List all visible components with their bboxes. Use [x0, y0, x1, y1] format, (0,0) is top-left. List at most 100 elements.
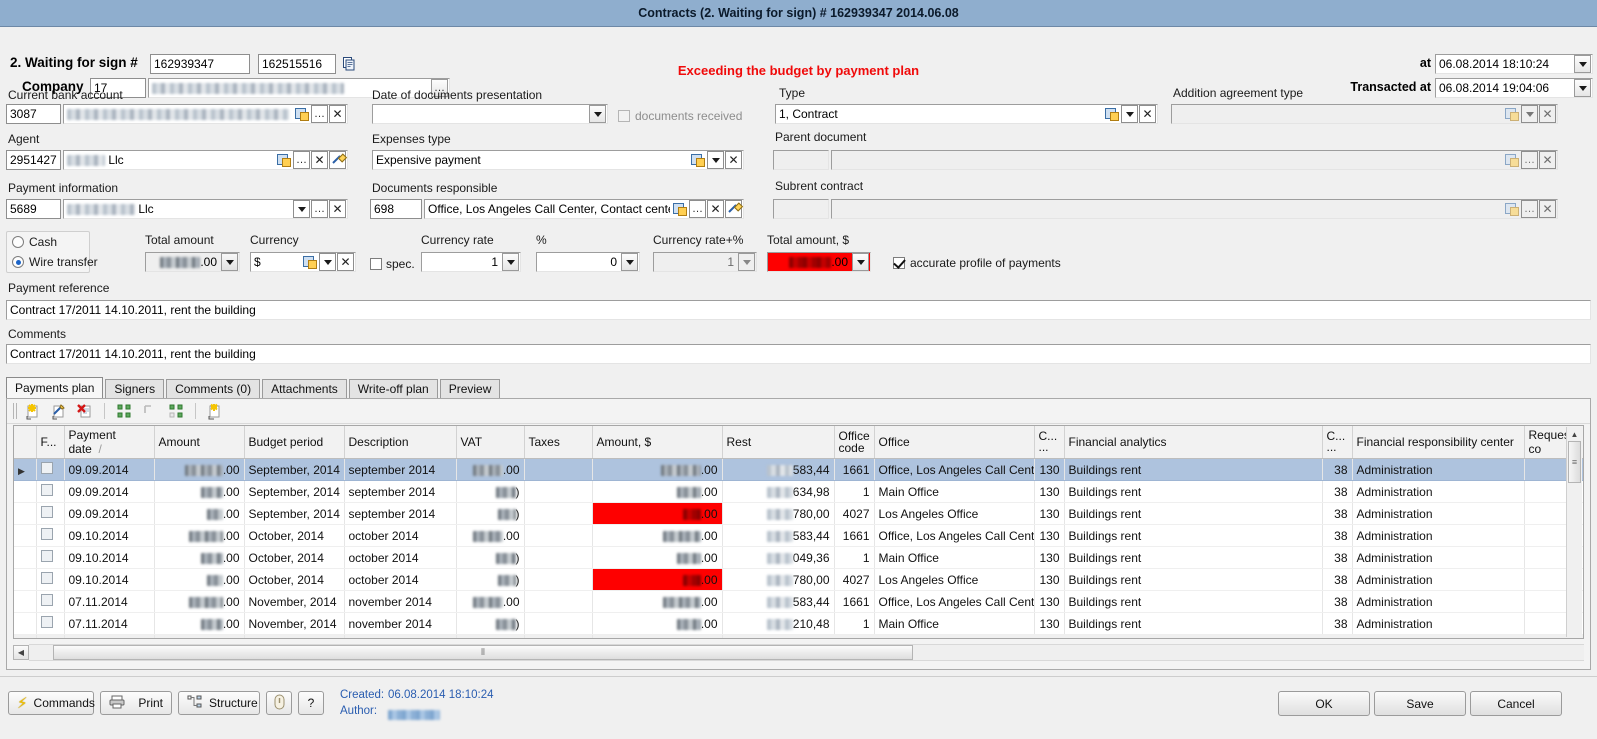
- th-vat[interactable]: VAT: [456, 426, 525, 459]
- commands-button[interactable]: ⚡ Commands: [8, 691, 95, 715]
- parent-document-clear-button[interactable]: ✕: [1539, 151, 1556, 169]
- toolbar-grip[interactable]: [13, 403, 18, 419]
- total-usd-field[interactable]: .00: [767, 252, 871, 272]
- accurate-profile-checkbox[interactable]: accurate profile of payments: [893, 256, 1061, 270]
- total-amount-field[interactable]: .00: [145, 252, 240, 272]
- grid-vertical-scrollbar[interactable]: ▲ ≡: [1566, 427, 1582, 637]
- th-rest[interactable]: Rest: [722, 426, 835, 459]
- transacted-dropdown-button[interactable]: [1574, 79, 1591, 97]
- currency-clear-button[interactable]: ✕: [337, 253, 354, 271]
- currency-dropdown-button[interactable]: [319, 253, 336, 271]
- table-row[interactable]: 07.11.2014.00 November, 2014 november 2014…: [14, 590, 1583, 613]
- add-row-icon[interactable]: [22, 401, 44, 421]
- th-office[interactable]: Office: [874, 426, 1035, 459]
- expenses-type-dropdown-button[interactable]: [707, 151, 724, 169]
- tab-write-off-plan[interactable]: Write-off plan: [348, 379, 438, 398]
- table-row[interactable]: 09.10.2014.00 October, 2014 october 2014).…: [14, 568, 1583, 591]
- row-flag-cell[interactable]: [36, 590, 65, 613]
- at-datetime-field[interactable]: 06.08.2014 18:10:24: [1435, 54, 1593, 74]
- date-presentation-dropdown-button[interactable]: [589, 105, 606, 123]
- delete-row-icon[interactable]: [74, 401, 96, 421]
- payment-information-code-input[interactable]: [6, 199, 61, 219]
- spec-checkbox[interactable]: spec.: [370, 257, 415, 271]
- th-amount[interactable]: Amount: [154, 426, 245, 459]
- th-frc[interactable]: Financial responsibility center: [1352, 426, 1525, 459]
- payment-information-clear-button[interactable]: ✕: [329, 200, 346, 218]
- grid-horizontal-scrollbar[interactable]: ◀ ⦀: [13, 644, 1584, 661]
- subrent-contract-code-field[interactable]: [773, 199, 829, 219]
- th-office-code[interactable]: Office code: [834, 426, 875, 459]
- row-flag-cell[interactable]: [36, 502, 65, 525]
- table-row[interactable]: 09.10.2014.00 October, 2014 october 2014.0…: [14, 524, 1583, 547]
- type-field[interactable]: 1, Contract ✕: [775, 104, 1158, 124]
- export-icon[interactable]: [204, 401, 226, 421]
- agent-field[interactable]: Llc … ✕: [63, 150, 348, 170]
- select-all-icon[interactable]: [165, 401, 187, 421]
- row-flag-cell[interactable]: [36, 480, 65, 503]
- agent-edit-button[interactable]: [329, 151, 346, 169]
- th-c1[interactable]: C......: [1034, 426, 1065, 459]
- save-button[interactable]: Save: [1374, 691, 1466, 716]
- payment-information-dropdown-button[interactable]: [293, 200, 310, 218]
- row-flag-cell[interactable]: [36, 568, 65, 591]
- parent-document-code-field[interactable]: [773, 150, 829, 170]
- payment-method-wire[interactable]: Wire transfer: [12, 255, 98, 269]
- print-button[interactable]: Print: [100, 691, 172, 715]
- table-row[interactable]: 09.09.2014.00 September, 2014 september 20…: [14, 480, 1583, 503]
- subrent-contract-field[interactable]: … ✕: [831, 199, 1558, 219]
- at-dropdown-button[interactable]: [1574, 55, 1591, 73]
- ok-button[interactable]: OK: [1278, 691, 1370, 716]
- expenses-type-picker-icon[interactable]: [689, 151, 706, 169]
- transacted-datetime-field[interactable]: 06.08.2014 19:04:06: [1435, 78, 1593, 98]
- th-taxes[interactable]: Taxes: [524, 426, 593, 459]
- documents-responsible-clear-button[interactable]: ✕: [707, 200, 724, 218]
- th-payment-date[interactable]: Payment date /: [64, 426, 155, 459]
- tab-signers[interactable]: Signers: [105, 379, 165, 398]
- documents-received-checkbox[interactable]: documents received: [618, 109, 742, 123]
- row-flag-cell[interactable]: [36, 458, 65, 481]
- lock-button[interactable]: [266, 691, 292, 715]
- total-amount-dropdown-button[interactable]: [221, 253, 238, 271]
- structure-button[interactable]: Structure: [178, 691, 260, 715]
- currency-rate-plus-dropdown-button[interactable]: [738, 253, 755, 271]
- vertical-scroll-thumb[interactable]: ≡: [1568, 441, 1581, 483]
- row-flag-cell[interactable]: [36, 524, 65, 547]
- agent-picker-icon[interactable]: [275, 151, 292, 169]
- th-flag[interactable]: F...: [36, 426, 65, 459]
- currency-rate-dropdown-button[interactable]: [502, 253, 519, 271]
- th-amount-usd[interactable]: Amount, $: [592, 426, 723, 459]
- row-flag-cell[interactable]: [36, 546, 65, 569]
- payment-information-field[interactable]: Llc … ✕: [63, 199, 348, 219]
- row-flag-cell[interactable]: [36, 612, 65, 635]
- tab-payments-plan[interactable]: Payments plan: [6, 377, 104, 398]
- bank-account-field[interactable]: … ✕: [63, 104, 348, 124]
- currency-rate-plus-field[interactable]: 1: [653, 252, 757, 272]
- percent-dropdown-button[interactable]: [621, 253, 638, 271]
- horizontal-scroll-track[interactable]: ⦀: [29, 644, 1584, 661]
- subrent-contract-picker-icon[interactable]: [1503, 200, 1520, 218]
- agent-clear-button[interactable]: ✕: [311, 151, 328, 169]
- subrent-contract-browse-button[interactable]: …: [1521, 200, 1538, 218]
- payment-method-cash[interactable]: Cash: [12, 235, 57, 249]
- currency-field[interactable]: $ ✕: [250, 252, 356, 272]
- tab-preview[interactable]: Preview: [439, 379, 501, 398]
- documents-responsible-field[interactable]: Office, Los Angeles Call Center, Contact…: [424, 199, 744, 219]
- currency-picker-icon[interactable]: [301, 253, 318, 271]
- expand-all-icon[interactable]: [113, 401, 135, 421]
- th-financial-analytics[interactable]: Financial analytics: [1064, 426, 1323, 459]
- help-button[interactable]: ?: [298, 691, 324, 715]
- date-presentation-field[interactable]: [372, 104, 608, 124]
- addition-agreement-type-field[interactable]: ✕: [1171, 104, 1558, 124]
- percent-field[interactable]: 0: [536, 252, 640, 272]
- payment-reference-field[interactable]: Contract 17/2011 14.10.2011, rent the bu…: [6, 300, 1591, 320]
- type-dropdown-button[interactable]: [1121, 105, 1138, 123]
- type-picker-icon[interactable]: [1103, 105, 1120, 123]
- table-row[interactable]: 09.09.2014.00 September, 2014 september 20…: [14, 502, 1583, 525]
- tab-comments-0[interactable]: Comments (0): [166, 379, 261, 398]
- tab-attachments[interactable]: Attachments: [262, 379, 347, 398]
- scroll-up-arrow-icon[interactable]: ▲: [1567, 427, 1582, 441]
- bank-account-clear-button[interactable]: ✕: [329, 105, 346, 123]
- horizontal-scroll-thumb[interactable]: ⦀: [53, 645, 913, 660]
- type-clear-button[interactable]: ✕: [1139, 105, 1156, 123]
- documents-responsible-code-input[interactable]: [370, 199, 422, 219]
